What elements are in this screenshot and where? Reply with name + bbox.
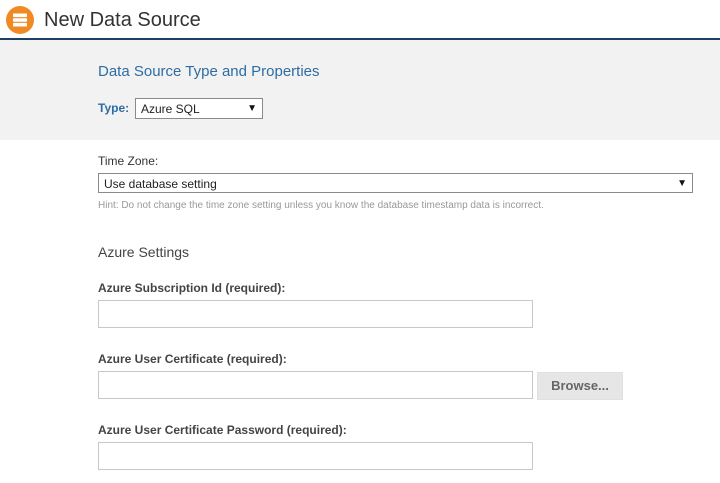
type-label: Type:: [98, 101, 130, 115]
user-certificate-input[interactable]: [98, 371, 533, 399]
section-title: Data Source Type and Properties: [98, 63, 320, 80]
time-zone-label: Time Zone:: [98, 154, 159, 168]
dropdown-arrow-icon: ▼: [677, 178, 687, 189]
type-section: [0, 40, 720, 140]
subscription-id-input[interactable]: [98, 300, 533, 328]
user-certificate-label: Azure User Certificate (required):: [98, 352, 287, 366]
page-header: New Data Source: [0, 0, 720, 40]
certificate-password-input[interactable]: [98, 442, 533, 470]
type-select-value: Azure SQL: [141, 102, 200, 116]
dropdown-arrow-icon: ▼: [247, 103, 257, 114]
time-zone-hint: Hint: Do not change the time zone settin…: [98, 200, 544, 211]
time-zone-select-value: Use database setting: [104, 177, 217, 191]
subscription-id-label: Azure Subscription Id (required):: [98, 281, 286, 295]
database-icon: [6, 6, 34, 34]
type-select[interactable]: Azure SQL ▼: [135, 98, 263, 119]
time-zone-select[interactable]: Use database setting ▼: [98, 173, 693, 193]
certificate-password-label: Azure User Certificate Password (require…: [98, 423, 347, 437]
browse-button[interactable]: Browse...: [537, 372, 623, 400]
azure-settings-title: Azure Settings: [98, 244, 190, 260]
page-title: New Data Source: [44, 9, 201, 31]
